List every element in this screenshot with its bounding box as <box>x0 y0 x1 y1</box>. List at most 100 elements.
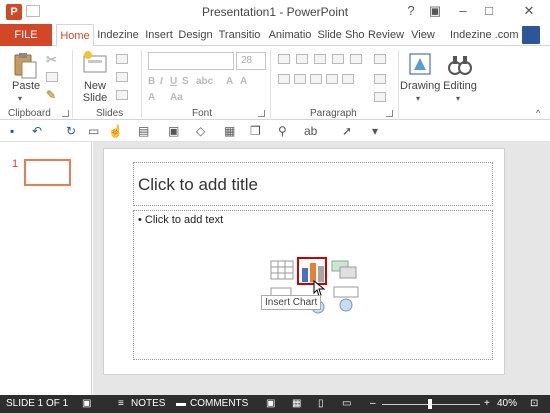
align-center-icon[interactable] <box>294 74 306 84</box>
group-font-label: Font <box>192 108 213 119</box>
close-button[interactable]: ✕ <box>518 2 540 20</box>
customize-qat-icon[interactable]: ▾ <box>372 124 378 138</box>
tab-transitions[interactable]: Transitio <box>216 24 263 46</box>
reset-icon[interactable] <box>116 72 128 82</box>
drawing-button[interactable]: Drawing <box>400 80 440 92</box>
align-left-icon[interactable] <box>278 74 290 84</box>
smartart-icon[interactable] <box>374 92 386 102</box>
slide-number: 1 <box>12 158 19 170</box>
chevron-down-icon[interactable]: ▾ <box>18 94 22 103</box>
underline-icon[interactable]: U <box>170 76 177 87</box>
notes-icon[interactable]: ≡ <box>118 398 124 410</box>
italic-icon[interactable]: I <box>160 76 163 87</box>
new-slide-icon[interactable] <box>82 50 108 76</box>
normal-view-icon[interactable]: ▣ <box>266 398 275 410</box>
binoculars-icon[interactable] <box>446 50 474 78</box>
slide-thumbnails-pane: 1 <box>0 142 92 395</box>
touch-mode-icon[interactable]: ☝ <box>108 124 123 138</box>
decrease-indent-icon[interactable] <box>314 54 326 64</box>
title-placeholder[interactable]: Click to add title <box>133 162 493 206</box>
undo-icon[interactable]: ↶ <box>32 124 42 138</box>
grow-font-icon[interactable]: A <box>226 76 233 87</box>
insert-smartart-icon[interactable] <box>330 258 358 280</box>
spelling-icon[interactable]: ab <box>304 124 317 138</box>
collapse-ribbon-icon[interactable]: ^ <box>536 108 540 118</box>
redo-icon[interactable]: ↻ <box>66 124 76 138</box>
numbering-icon[interactable] <box>296 54 308 64</box>
paragraph-launcher-icon[interactable] <box>386 110 393 117</box>
maximize-button[interactable]: □ <box>478 2 500 20</box>
text-box-icon[interactable]: ▣ <box>168 124 179 138</box>
shadow-icon[interactable]: S <box>182 76 189 87</box>
insert-table-icon[interactable] <box>270 259 294 281</box>
format-painter-icon[interactable]: ✎ <box>46 88 56 102</box>
slide-show-view-icon[interactable]: ▭ <box>342 398 351 410</box>
zoom-in-icon[interactable]: + <box>484 398 490 410</box>
avatar[interactable] <box>522 26 540 44</box>
zoom-level[interactable]: 40% <box>497 398 517 410</box>
zoom-out-icon[interactable]: – <box>370 398 376 410</box>
tab-file[interactable]: FILE <box>0 24 52 46</box>
editing-button[interactable]: Editing <box>440 80 480 92</box>
shrink-font-icon[interactable]: A <box>240 76 247 87</box>
slide-thumbnail[interactable] <box>24 159 71 186</box>
new-slide-line2: Slide <box>82 92 108 104</box>
cut-icon[interactable]: ✂ <box>46 52 57 68</box>
minimize-button[interactable]: – <box>452 2 474 20</box>
copy-small-icon[interactable]: ❐ <box>250 124 261 138</box>
font-name-combo[interactable] <box>148 52 234 70</box>
find-icon[interactable]: ⚲ <box>278 124 287 138</box>
chevron-down-icon[interactable]: ▾ <box>416 94 420 103</box>
save-icon[interactable]: ▪ <box>10 124 14 138</box>
select-icon[interactable]: ➚ <box>342 124 352 138</box>
justify-icon[interactable] <box>326 74 338 84</box>
bullets-icon[interactable] <box>278 54 290 64</box>
comments-icon[interactable]: ▬ <box>176 398 186 410</box>
font-launcher-icon[interactable] <box>258 110 265 117</box>
spell-check-icon[interactable]: ▣ <box>82 398 91 410</box>
section-icon[interactable] <box>116 90 128 100</box>
insert-video-icon[interactable] <box>333 286 359 312</box>
strikethrough-icon[interactable]: abc <box>196 76 213 87</box>
line-spacing-icon[interactable] <box>350 54 362 64</box>
tab-home[interactable]: Home <box>56 24 94 47</box>
text-direction-icon[interactable] <box>374 54 386 64</box>
zoom-slider-thumb[interactable] <box>428 399 432 409</box>
tab-review[interactable]: Review <box>367 24 405 46</box>
ribbon-display-button[interactable]: ▣ <box>424 2 446 20</box>
tab-design[interactable]: Design <box>177 24 214 46</box>
tab-animations[interactable]: Animatio <box>265 24 315 46</box>
help-button[interactable]: ? <box>400 2 422 20</box>
account-name[interactable]: Indezine .com <box>450 24 518 46</box>
copy-icon[interactable] <box>46 72 58 82</box>
slideshow-icon[interactable]: ▭ <box>88 124 99 138</box>
paste-button[interactable]: Paste <box>12 80 40 92</box>
comments-button[interactable]: COMMENTS <box>190 398 248 410</box>
slide-sorter-icon[interactable]: ▦ <box>292 398 301 410</box>
align-right-icon[interactable] <box>310 74 322 84</box>
align-text-icon[interactable] <box>374 74 386 84</box>
font-color-icon[interactable]: A <box>148 92 155 103</box>
shapes-icon[interactable]: ◇ <box>196 124 205 138</box>
chevron-down-icon[interactable]: ▾ <box>456 94 460 103</box>
notes-button[interactable]: NOTES <box>131 398 165 410</box>
paste-small-icon[interactable]: ▦ <box>224 124 235 138</box>
tab-insert[interactable]: Insert <box>142 24 176 46</box>
clipboard-launcher-icon[interactable] <box>62 110 69 117</box>
columns-icon[interactable] <box>342 74 354 84</box>
status-bar: SLIDE 1 OF 1 ▣ ≡ NOTES ▬ COMMENTS ▣ ▦ ▯ … <box>0 395 550 413</box>
bold-icon[interactable]: B <box>148 76 155 87</box>
new-slide-small-icon[interactable]: ▤ <box>138 124 149 138</box>
tab-slide-show[interactable]: Slide Sho <box>317 24 365 46</box>
tab-indezine[interactable]: Indezine <box>95 24 141 46</box>
paste-icon[interactable] <box>12 52 38 80</box>
text-highlight-icon[interactable]: Aa <box>170 92 183 103</box>
tab-view[interactable]: View <box>408 24 438 46</box>
fit-slide-icon[interactable]: ⊡ <box>530 398 538 410</box>
drawing-shapes-icon[interactable] <box>406 50 434 78</box>
new-slide-button[interactable]: New Slide <box>78 80 112 104</box>
increase-indent-icon[interactable] <box>332 54 344 64</box>
font-size-combo[interactable]: 28 <box>236 52 266 70</box>
reading-view-icon[interactable]: ▯ <box>318 398 324 410</box>
layout-icon[interactable] <box>116 54 128 64</box>
